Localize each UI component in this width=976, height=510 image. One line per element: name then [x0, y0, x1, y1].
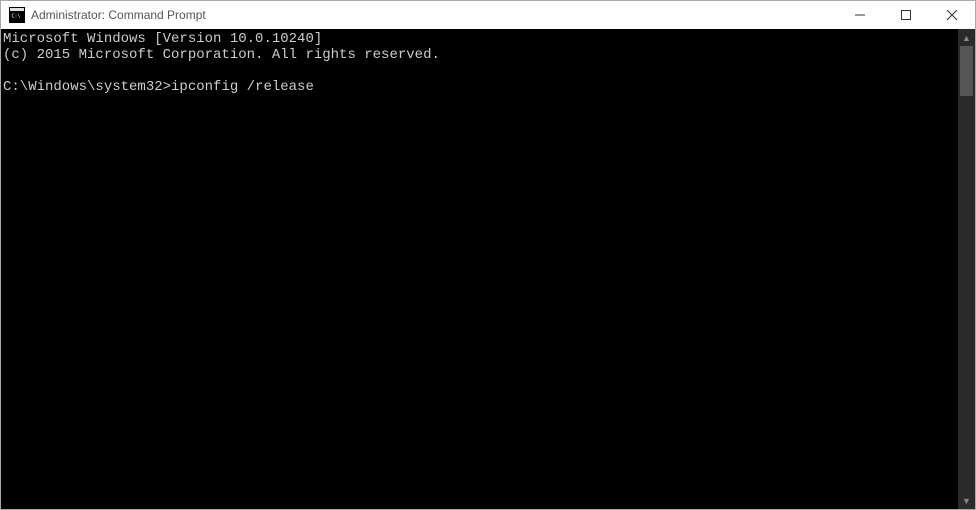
- terminal-output[interactable]: Microsoft Windows [Version 10.0.10240] (…: [1, 29, 958, 509]
- window-controls: [837, 1, 975, 29]
- close-button[interactable]: [929, 1, 975, 29]
- maximize-icon: [901, 10, 911, 20]
- scroll-up-arrow-icon[interactable]: ▲: [958, 29, 975, 46]
- window-title: Administrator: Command Prompt: [31, 8, 837, 22]
- minimize-button[interactable]: [837, 1, 883, 29]
- command-prompt-window: C:\ Administrator: Command Prompt Micros…: [0, 0, 976, 510]
- terminal-line: Microsoft Windows [Version 10.0.10240]: [3, 31, 322, 47]
- close-icon: [947, 10, 957, 20]
- svg-text:C:\: C:\: [12, 14, 21, 20]
- terminal-area: Microsoft Windows [Version 10.0.10240] (…: [1, 29, 975, 509]
- vertical-scrollbar[interactable]: ▲ ▼: [958, 29, 975, 509]
- terminal-prompt: C:\Windows\system32>: [3, 79, 171, 95]
- scroll-down-arrow-icon[interactable]: ▼: [958, 492, 975, 509]
- terminal-command: ipconfig /release: [171, 79, 314, 95]
- maximize-button[interactable]: [883, 1, 929, 29]
- titlebar[interactable]: C:\ Administrator: Command Prompt: [1, 1, 975, 29]
- minimize-icon: [855, 10, 865, 20]
- cmd-icon: C:\: [9, 7, 25, 23]
- scroll-thumb[interactable]: [960, 46, 973, 96]
- terminal-line: (c) 2015 Microsoft Corporation. All righ…: [3, 47, 440, 63]
- scroll-track[interactable]: [958, 46, 975, 492]
